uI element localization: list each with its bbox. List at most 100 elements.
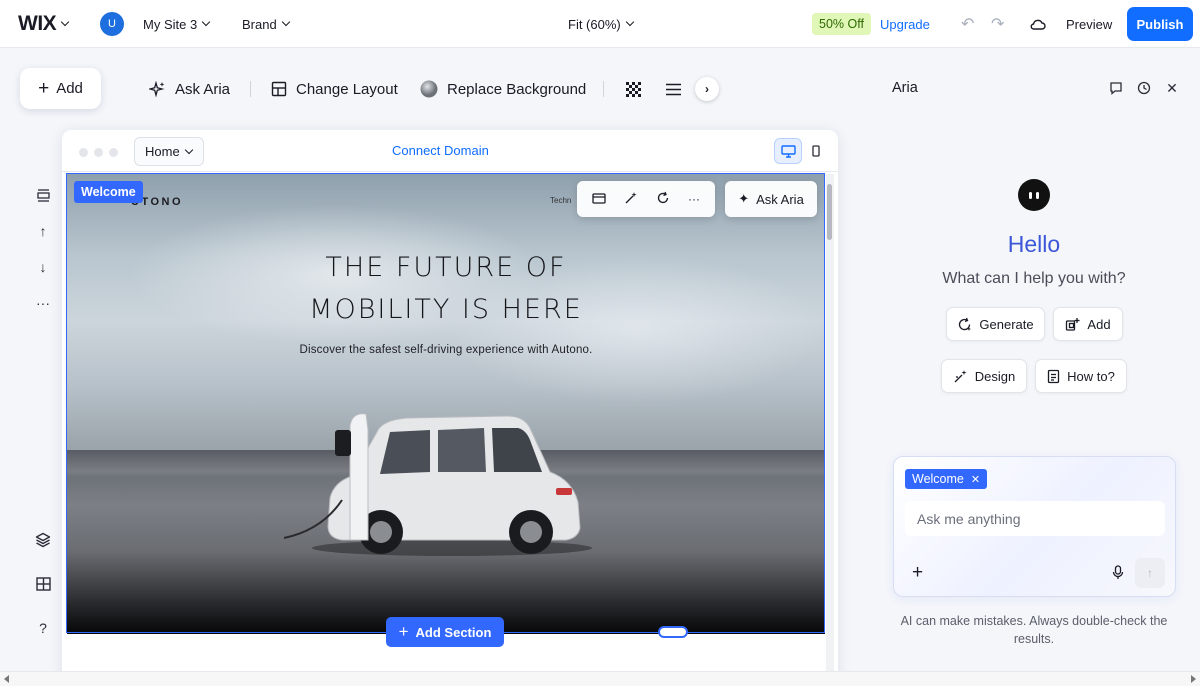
hero-title-line-1[interactable]: THE FUTURE OF (67, 252, 825, 283)
preview-button[interactable]: Preview (1066, 0, 1112, 48)
grid-icon[interactable] (32, 573, 54, 595)
site-name: My Site 3 (143, 16, 198, 32)
wix-logo-menu[interactable]: WIX (18, 0, 70, 48)
chevron-down-icon (625, 17, 634, 27)
more-icon[interactable]: ··· (32, 292, 54, 314)
upgrade-link[interactable]: Upgrade (880, 0, 930, 48)
ask-aria-label: Ask Aria (175, 80, 231, 98)
desktop-view-icon[interactable] (774, 138, 802, 164)
plus-icon: + (38, 77, 50, 99)
site-nav-item[interactable]: Techn (550, 196, 571, 205)
how-to-label: How to? (1067, 368, 1115, 384)
generate-icon (959, 317, 972, 331)
more-options-icon[interactable]: ··· (688, 192, 700, 206)
context-tag-label: Welcome (912, 472, 964, 486)
document-icon (1047, 369, 1060, 383)
aria-prompt-text: What can I help you with? (942, 270, 1126, 287)
chevron-down-icon (281, 17, 290, 27)
publish-button[interactable]: Publish (1127, 7, 1193, 41)
chevron-down-icon (201, 17, 211, 27)
ask-aria-button[interactable]: Ask Aria (149, 74, 230, 104)
add-to-section-icon[interactable] (592, 191, 606, 208)
discount-badge[interactable]: 50% Off (812, 13, 871, 35)
design-label: Design (974, 368, 1016, 384)
aria-chat-composer: Welcome ✕ + ↑ (893, 456, 1176, 597)
chevron-down-icon (184, 145, 193, 154)
replace-background-label: Replace Background (447, 80, 587, 98)
undo-icon[interactable]: ↶ (961, 0, 974, 48)
frame-bar: Home Connect Domain (62, 130, 838, 172)
car-image (283, 413, 592, 556)
move-down-icon[interactable]: ↓ (32, 256, 54, 278)
history-clock-icon[interactable] (1136, 80, 1152, 96)
close-icon[interactable]: ✕ (1164, 80, 1180, 96)
brand-label: Brand (242, 16, 277, 32)
design-wand-icon[interactable] (624, 191, 638, 208)
brand-menu[interactable]: Brand (242, 0, 290, 48)
toolbar-divider (250, 81, 251, 97)
zoom-selector[interactable]: Fit (60%) (568, 0, 634, 48)
replace-background-button[interactable]: Replace Background (420, 74, 586, 104)
cloud-save-icon[interactable] (1030, 0, 1046, 48)
attach-plus-icon[interactable]: + (912, 562, 923, 584)
change-layout-button[interactable]: Change Layout (271, 74, 398, 104)
design-wand-icon (954, 369, 967, 382)
ai-disclaimer: AI can make mistakes. Always double-chec… (900, 614, 1168, 646)
page-selector-label: Home (145, 144, 180, 159)
how-to-chip[interactable]: How to? (1035, 359, 1127, 393)
change-layout-label: Change Layout (296, 80, 398, 98)
section-name-tag[interactable]: Welcome (74, 181, 143, 203)
section-resize-handle[interactable] (658, 626, 688, 638)
add-elements-button[interactable]: + Add (20, 68, 101, 109)
ask-aria-section-label: Ask Aria (756, 191, 804, 207)
generate-chip[interactable]: Generate (946, 307, 1045, 341)
section-icon[interactable] (32, 184, 54, 206)
hero-section[interactable]: UTONO Techn THE FUTURE OF MOBILITY IS HE… (67, 174, 825, 634)
connect-domain-link[interactable]: Connect Domain (392, 143, 489, 158)
aria-logo-icon (1018, 179, 1050, 211)
remove-context-icon[interactable]: ✕ (971, 473, 980, 486)
wix-logo: WIX (18, 12, 57, 35)
site-canvas-frame: Home Connect Domain UTONO Techn THE FUTU… (62, 130, 838, 686)
add-section-button[interactable]: + Add Section (386, 617, 504, 647)
regenerate-icon[interactable] (656, 191, 670, 208)
canvas-scrollbar[interactable] (826, 174, 834, 674)
add-chip-label: Add (1087, 316, 1111, 332)
microphone-icon[interactable] (1112, 565, 1124, 585)
chat-history-icon[interactable] (1108, 80, 1124, 96)
top-bar: WIX U My Site 3 Brand Fit (60%) 50% Off … (0, 0, 1200, 48)
add-label: Add (56, 80, 83, 97)
hero-subtitle[interactable]: Discover the safest self-driving experie… (67, 344, 825, 356)
add-chip[interactable]: Add (1053, 307, 1123, 341)
redo-icon[interactable]: ↷ (991, 0, 1004, 48)
sparkle-icon: ✦ (738, 191, 750, 206)
generate-label: Generate (979, 316, 1034, 332)
move-up-icon[interactable]: ↑ (32, 220, 54, 242)
horizontal-scrollbar[interactable] (0, 671, 1200, 686)
layers-icon[interactable] (32, 529, 54, 551)
context-tag[interactable]: Welcome ✕ (905, 469, 988, 489)
scrollbar-thumb[interactable] (827, 184, 832, 240)
chevron-right-icon[interactable]: › (695, 77, 719, 101)
zoom-label: Fit (60%) (568, 16, 621, 32)
scroll-right-icon[interactable] (1191, 675, 1196, 683)
add-element-icon (1066, 317, 1080, 331)
user-avatar[interactable]: U (100, 12, 124, 36)
site-switcher[interactable]: My Site 3 (143, 0, 211, 48)
ask-aria-section-button[interactable]: ✦ Ask Aria (725, 181, 817, 217)
window-dot (94, 148, 103, 157)
help-icon[interactable]: ? (32, 617, 54, 639)
layout-icon (271, 81, 287, 97)
section-settings-icon[interactable] (666, 74, 690, 104)
design-chip[interactable]: Design (941, 359, 1027, 393)
window-dot (109, 148, 118, 157)
send-arrow-icon[interactable]: ↑ (1135, 558, 1165, 588)
hero-title-line-2[interactable]: MOBILITY IS HERE (67, 294, 825, 325)
sparkle-icon (149, 80, 165, 97)
aria-chat-input[interactable] (905, 501, 1165, 536)
mobile-view-icon[interactable] (808, 138, 824, 164)
effects-icon[interactable] (626, 74, 650, 104)
scroll-left-icon[interactable] (4, 675, 9, 683)
page-selector[interactable]: Home (134, 137, 204, 166)
plus-icon: + (398, 622, 409, 641)
